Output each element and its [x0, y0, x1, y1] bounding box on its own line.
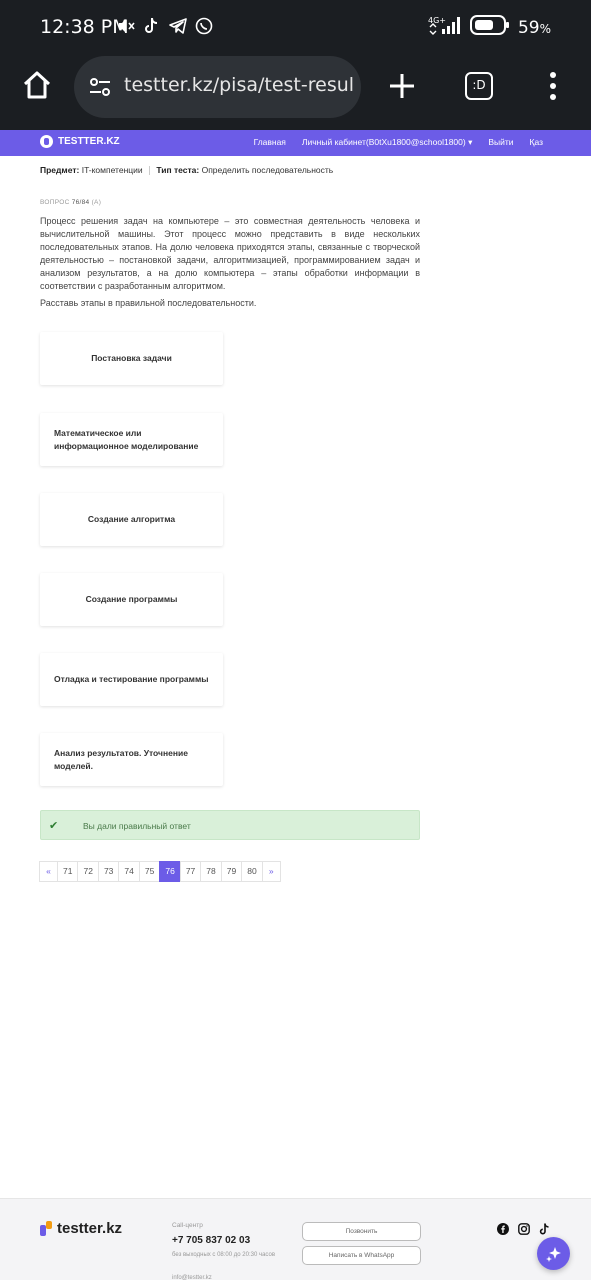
pagination-page[interactable]: 78	[200, 861, 222, 882]
home-icon	[23, 71, 51, 99]
question-prompt: Расставь этапы в правильной последовател…	[40, 298, 257, 308]
mute-icon	[116, 16, 136, 36]
pagination-page[interactable]: 73	[97, 861, 120, 882]
site-footer: testter.kz Call-центр +7 705 837 02 03 б…	[0, 1198, 591, 1281]
call-button[interactable]: Позвонить	[302, 1222, 421, 1241]
battery-icon	[469, 14, 510, 41]
site-settings-icon[interactable]	[88, 75, 112, 99]
instagram-icon[interactable]	[518, 1223, 530, 1235]
nav-links: Главная Личный кабинет(B0tXu1800@school1…	[254, 137, 543, 148]
status-right: 4G+ 59%	[428, 14, 551, 41]
pagination-prev[interactable]: «	[39, 861, 58, 882]
whatsapp-button[interactable]: Написать в WhatsApp	[302, 1246, 421, 1265]
home-button[interactable]	[20, 68, 56, 104]
pagination-page[interactable]: 80	[241, 861, 263, 882]
sequence-card[interactable]: Отладка и тестирование программы	[40, 653, 223, 706]
nav-link-cabinet[interactable]: Личный кабинет(B0tXu1800@school1800) ▾	[302, 137, 472, 148]
network-type: 4G+	[428, 16, 446, 25]
site-logo[interactable]: TESTTER.KZ	[40, 135, 120, 148]
pagination: « 71 72 73 74 75 76 77 78 79 80 »	[39, 861, 281, 882]
tab-switcher-button[interactable]: :D	[465, 72, 493, 100]
subject-label: Предмет:	[40, 165, 80, 175]
sequence-card[interactable]: Создание программы	[40, 573, 223, 626]
nav-link-home[interactable]: Главная	[254, 137, 286, 148]
footer-brand: testter.kz	[57, 1220, 123, 1237]
subject-value: IT-компетенции	[81, 165, 143, 175]
nav-link-language[interactable]: Қаз	[530, 137, 543, 148]
footer-logo[interactable]: testter.kz	[40, 1220, 122, 1237]
divider	[149, 166, 151, 176]
sequence-card[interactable]: Постановка задачи	[40, 332, 223, 385]
answer-result-alert: ✔ Вы дали правильный ответ	[40, 810, 420, 840]
test-type-label: Тип теста:	[156, 165, 200, 175]
status-bar: 12:38 PM 4G+ 59%	[0, 0, 591, 56]
pagination-page[interactable]: 71	[57, 861, 79, 882]
address-bar[interactable]: testter.kz/pisa/test-result/s	[74, 56, 361, 118]
facebook-icon[interactable]	[497, 1223, 509, 1235]
question-text: Процесс решения задач на компьютере – эт…	[40, 216, 420, 291]
question-number: ВОПРОС 76/84 (A)	[40, 199, 102, 206]
call-center-label: Call-центр	[172, 1222, 203, 1229]
signal-icon: 4G+	[428, 15, 462, 40]
ai-assistant-button[interactable]	[537, 1237, 570, 1270]
dot	[550, 94, 556, 100]
working-hours: без выходных с 08:00 до 20:30 часов	[172, 1252, 276, 1258]
dot	[550, 83, 556, 89]
site-navbar: TESTTER.KZ Главная Личный кабинет(B0tXu1…	[0, 130, 591, 156]
phone-number[interactable]: +7 705 837 02 03	[172, 1235, 250, 1246]
sequence-card[interactable]: Создание алгоритма	[40, 493, 223, 546]
telegram-icon	[168, 16, 188, 36]
pagination-page[interactable]: 75	[138, 861, 161, 882]
test-meta: Предмет: IT-компетенции Тип теста: Опред…	[40, 165, 334, 176]
nav-link-logout[interactable]: Выйти	[488, 137, 513, 148]
dot	[550, 72, 556, 78]
logo-icon	[40, 1221, 53, 1236]
status-notification-icons	[116, 16, 214, 36]
browser-menu-button[interactable]	[548, 70, 558, 102]
sparkle-icon	[545, 1246, 561, 1262]
pagination-page[interactable]: 74	[118, 861, 140, 882]
pagination-page[interactable]: 79	[220, 861, 243, 882]
tiktok-icon[interactable]	[539, 1223, 551, 1235]
new-tab-button[interactable]	[386, 68, 418, 104]
browser-toolbar: testter.kz/pisa/test-result/s :D	[0, 56, 591, 130]
checkmark-icon: ✔	[49, 820, 59, 832]
pagination-page[interactable]: 77	[179, 861, 202, 882]
logo-icon	[40, 135, 53, 148]
pagination-next[interactable]: »	[261, 861, 281, 882]
answer-result-text: Вы дали правильный ответ	[83, 821, 191, 831]
test-type-value: Определить последовательность	[201, 165, 334, 175]
whatsapp-icon	[194, 16, 214, 36]
battery-percent: 59%	[517, 17, 551, 38]
sequence-card[interactable]: Математическое или информационное модели…	[40, 413, 223, 466]
tiktok-icon	[142, 16, 162, 36]
social-links	[497, 1223, 551, 1235]
site-brand: TESTTER.KZ	[58, 136, 120, 147]
pagination-page[interactable]: 72	[77, 861, 99, 882]
url-text[interactable]: testter.kz/pisa/test-result/s	[124, 74, 354, 96]
pagination-page-active[interactable]: 76	[159, 861, 181, 882]
sequence-card[interactable]: Анализ результатов. Уточнение моделей.	[40, 733, 223, 786]
footer-email[interactable]: info@testter.kz	[172, 1275, 212, 1281]
plus-icon	[390, 74, 414, 98]
